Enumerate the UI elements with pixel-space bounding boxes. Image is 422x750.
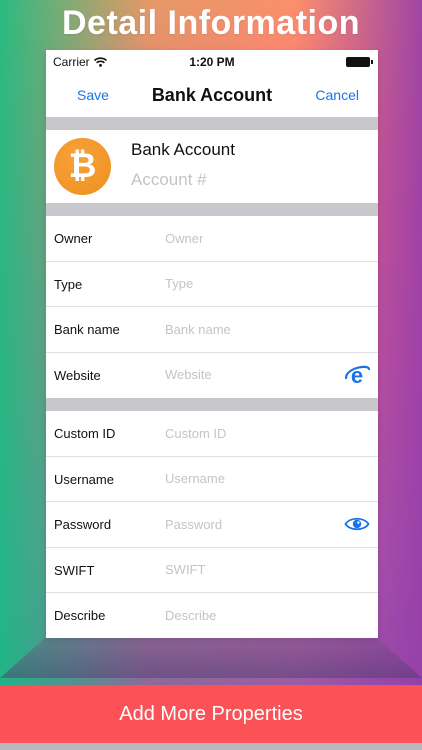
add-more-properties-button[interactable]: Add More Properties [0,685,422,743]
section-separator [46,398,378,411]
field-row-password: Password [46,502,378,548]
cancel-button[interactable]: Cancel [315,87,359,103]
owner-input[interactable] [165,226,335,250]
field-row-swift: SWIFT [46,547,378,593]
field-label: Website [54,367,101,383]
field-row-username: Username [46,456,378,502]
field-label: Describe [54,608,106,623]
field-label: Bank name [54,322,120,337]
fields-section-1: Owner Type Bank name Website e [46,216,378,398]
type-input[interactable] [165,271,335,296]
field-label: Type [54,276,83,292]
username-input[interactable] [165,466,335,491]
field-label: SWIFT [54,562,95,578]
eye-icon[interactable] [344,512,370,536]
save-button[interactable]: Save [77,87,109,103]
account-number-input[interactable] [131,170,361,190]
password-input[interactable] [165,512,335,536]
field-label: Owner [54,231,93,246]
bottom-strip [0,743,422,750]
section-separator [46,117,378,130]
status-time: 1:20 PM [189,55,235,69]
bank-name-input[interactable] [165,317,335,341]
describe-input[interactable] [165,603,335,627]
browser-e-icon[interactable]: e [344,363,370,387]
field-row-bank-name: Bank name [46,307,378,353]
svg-text:e: e [351,363,363,387]
swift-input[interactable] [165,557,335,582]
section-separator [46,203,378,216]
field-label: Custom ID [54,426,116,441]
status-bar: Carrier 1:20 PM [46,50,378,72]
floor-reflection [0,638,422,678]
field-row-type: Type [46,261,378,307]
fields-section-2: Custom ID Username Password SWIFT Descri… [46,411,378,638]
field-row-custom-id: Custom ID [46,411,378,457]
account-type-title: Bank Account [131,140,235,159]
phone-screen: Carrier 1:20 PM Save Bank Account Cancel… [46,50,378,638]
field-label: Password [54,517,112,532]
field-label: Username [54,471,114,487]
field-row-describe: Describe [46,593,378,638]
field-row-website: Website e [46,352,378,398]
website-input[interactable] [165,362,335,387]
headline: Detail Information [61,4,361,42]
navigation-bar: Save Bank Account Cancel [46,72,378,117]
account-header: ₿ Bank Account [46,130,378,203]
custom-id-input[interactable] [165,421,335,445]
field-row-owner: Owner [46,216,378,262]
battery-icon [346,57,373,67]
bitcoin-icon: ₿ [54,138,111,195]
